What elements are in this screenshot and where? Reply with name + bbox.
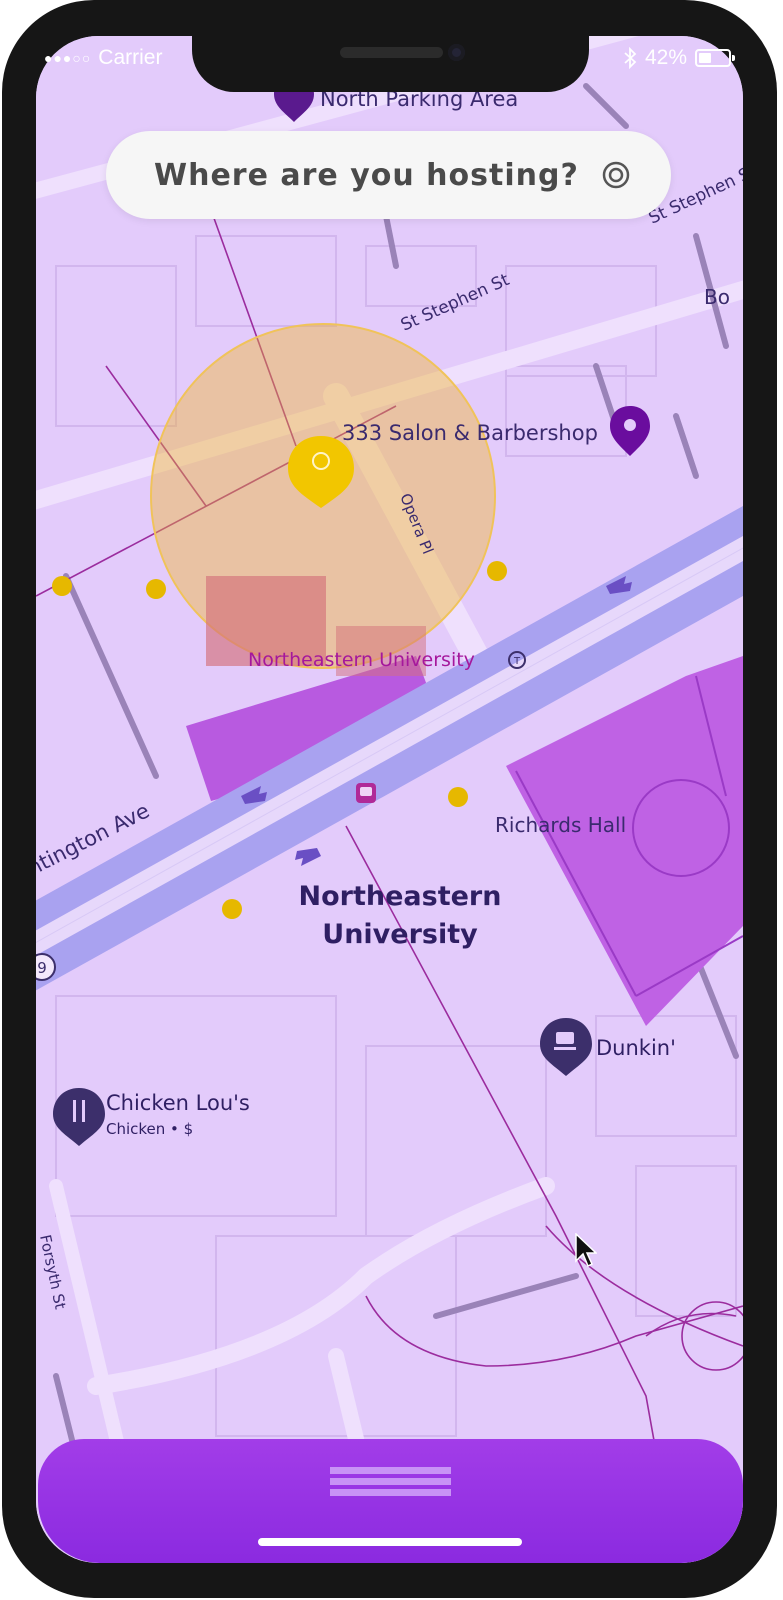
battery-icon [695,49,735,67]
notch [192,0,589,92]
target-icon[interactable] [600,159,632,191]
chicken-lous-label[interactable]: Chicken Lou's [106,1091,250,1115]
location-search-bar[interactable]: Where are you hosting? [106,131,671,219]
signal-strength-icon: ●●●○○ [44,50,92,66]
bo-label: Bo [704,285,730,309]
speaker-grille [340,47,443,58]
home-indicator [258,1538,522,1546]
menu-handle-icon[interactable] [330,1467,451,1496]
battery-level-fill [699,53,711,63]
screen: 9 T North Parking Area St Stephen St St … [36,36,743,1563]
route-badge-label: 9 [37,959,47,977]
transit-symbol: T [513,656,521,667]
campus-label-line1: Northeastern [299,881,502,912]
bluetooth-icon [624,47,637,69]
mouse-cursor-icon [575,1233,597,1268]
search-placeholder[interactable]: Where are you hosting? [154,158,579,193]
neu-station-label[interactable]: Northeastern University [248,649,475,671]
richards-hall-label[interactable]: Richards Hall [495,813,626,837]
map-view[interactable]: 9 T North Parking Area St Stephen St St … [36,36,743,1563]
front-camera [448,44,465,61]
salon-label[interactable]: 333 Salon & Barbershop [342,421,598,445]
chicken-lous-sublabel: Chicken • $ [106,1120,193,1138]
campus-label-line2: University [322,919,478,950]
dunkin-label[interactable]: Dunkin' [596,1036,676,1060]
carrier-label: Carrier [98,46,163,69]
battery-percent: 42% [644,46,687,69]
